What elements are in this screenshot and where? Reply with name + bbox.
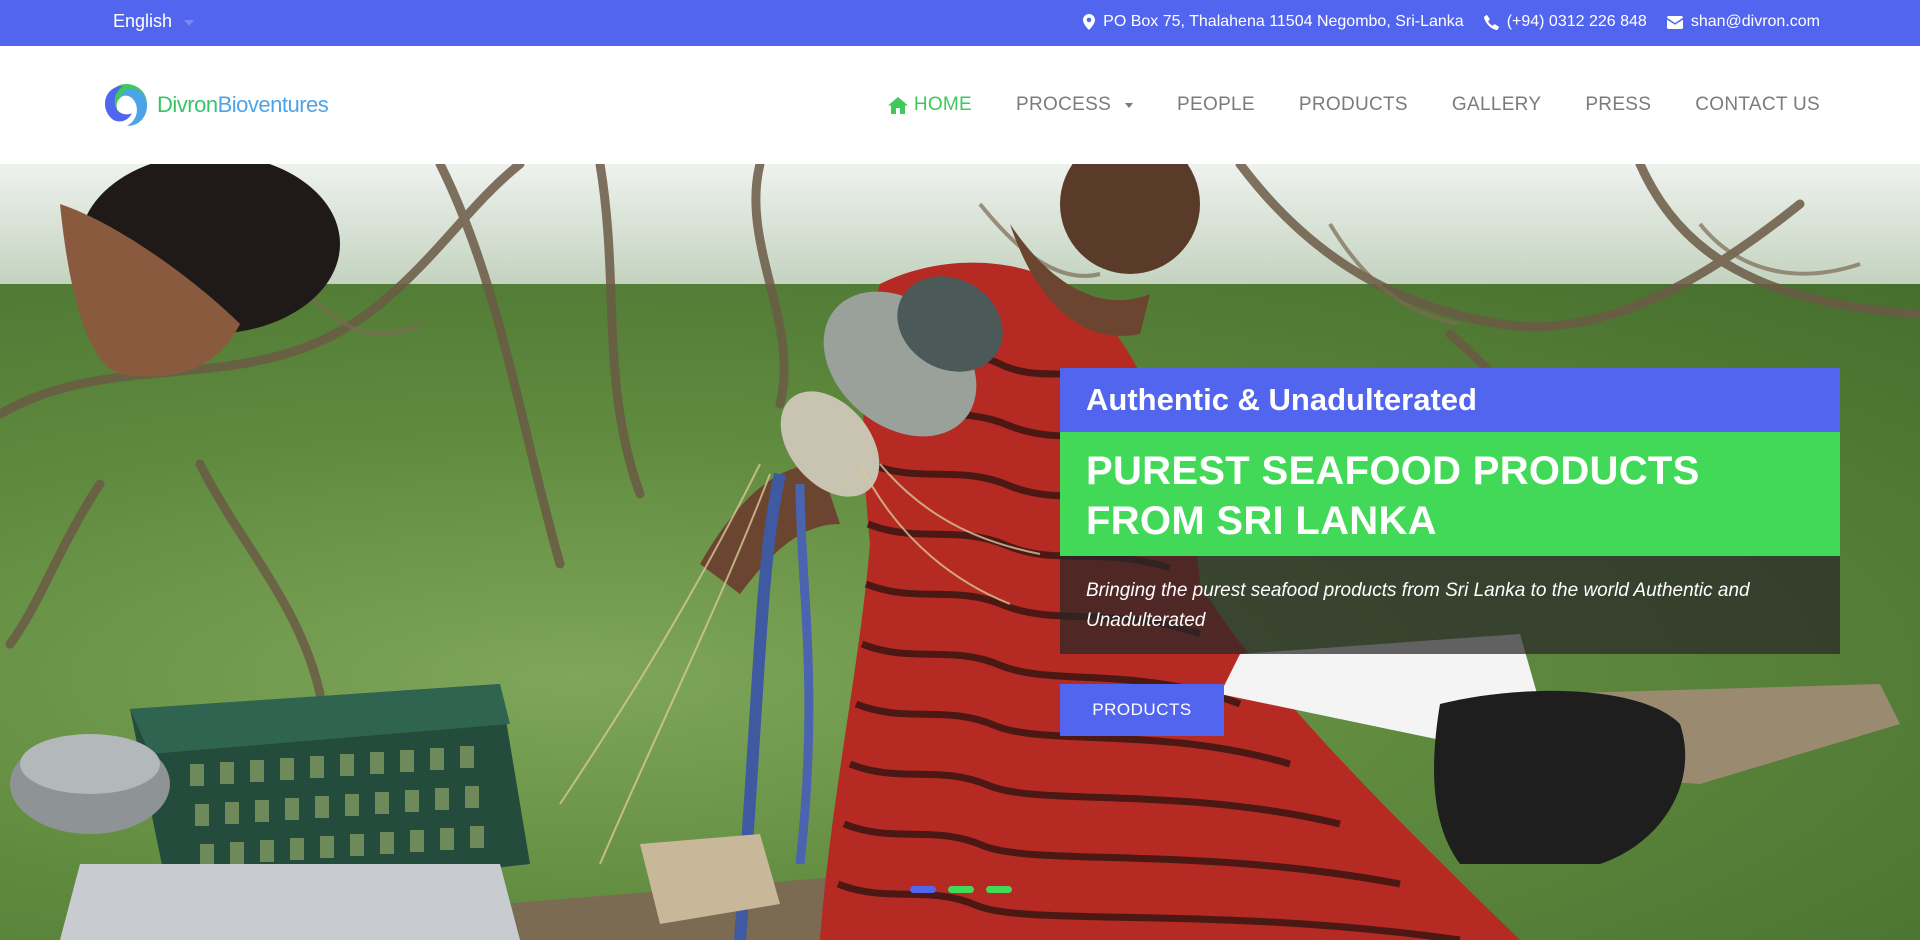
phone-icon [1483,14,1499,30]
nav-item-gallery[interactable]: GALLERY [1452,94,1541,116]
map-marker-icon [1083,14,1096,30]
slider-dot-3[interactable] [986,886,1012,893]
hero-headline-line1: PUREST SEAFOOD PRODUCTS [1086,449,1700,493]
email-text: shan@divron.com [1690,13,1820,30]
nav-label-products: PRODUCTS [1298,94,1408,115]
logo-text-bioventures: Bioventures [217,92,329,117]
nav-label-process: PROCESS [1016,94,1112,115]
hero-description: Bringing the purest seafood products fro… [1060,556,1840,654]
hero-slider: Authentic & Unadulterated PUREST SEAFOOD… [0,164,1920,940]
contact-info: PO Box 75, Thalahena 11504 Negombo, Sri-… [1063,13,1820,31]
main-nav: HOME PROCESS PEOPLE PRODUCTS GALLERY PRE… [844,94,1820,116]
top-bar: English PO Box 75, Thalahena 11504 Negom… [0,0,1920,46]
nav-item-home[interactable]: HOME [887,94,973,116]
hero-products-button[interactable]: PRODUCTS [1060,684,1224,736]
nav-label-people: PEOPLE [1177,94,1255,115]
logo-text: DivronBioventures [157,92,329,118]
phone-item[interactable]: (+94) 0312 226 848 [1483,13,1647,31]
chevron-down-icon [184,20,195,26]
nav-label-home: HOME [913,94,973,115]
home-icon [887,96,908,114]
logo-text-divron: Divron [157,92,218,117]
address-item: PO Box 75, Thalahena 11504 Negombo, Sri-… [1083,13,1464,31]
slider-dot-2[interactable] [948,886,974,893]
envelope-icon [1666,15,1683,29]
site-header: DivronBioventures HOME PROCESS PEOPLE PR… [0,46,1920,164]
language-label: English [113,11,173,31]
site-logo[interactable]: DivronBioventures [101,80,329,130]
nav-label-contact-us: CONTACT US [1695,94,1820,115]
nav-label-press: PRESS [1585,94,1652,115]
email-item[interactable]: shan@divron.com [1666,13,1820,31]
language-selector[interactable]: English [113,11,195,32]
hero-tagline: Authentic & Unadulterated [1060,368,1840,432]
nav-item-contact-us[interactable]: CONTACT US [1695,94,1820,116]
hero-headline: PUREST SEAFOOD PRODUCTS FROM SRI LANKA [1060,432,1840,556]
nav-item-people[interactable]: PEOPLE [1177,94,1255,116]
slider-dot-1[interactable] [910,886,936,893]
nav-item-process[interactable]: PROCESS [1016,94,1134,116]
caret-down-icon [1125,102,1134,108]
nav-label-gallery: GALLERY [1451,94,1542,115]
nav-item-products[interactable]: PRODUCTS [1299,94,1408,116]
phone-text: (+94) 0312 226 848 [1506,13,1647,30]
nav-item-press[interactable]: PRESS [1585,94,1651,116]
address-text: PO Box 75, Thalahena 11504 Negombo, Sri-… [1103,13,1464,30]
slider-pagination [910,886,1012,893]
swirl-logo-icon [105,84,147,126]
hero-headline-line2: FROM SRI LANKA [1086,499,1437,543]
